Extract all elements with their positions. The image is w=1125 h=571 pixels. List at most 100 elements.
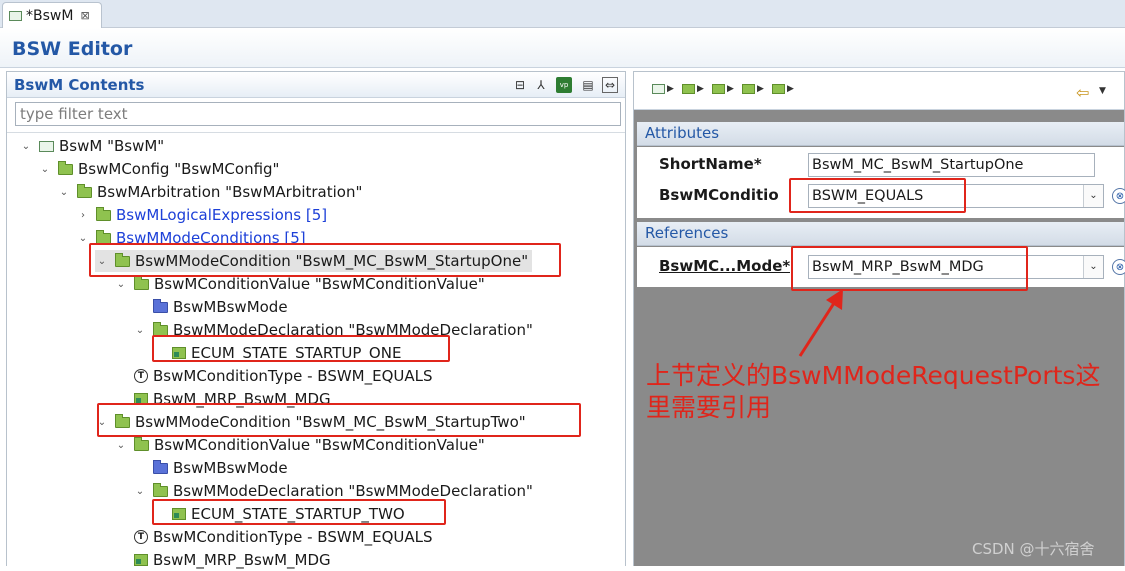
tree-item[interactable]: BswMBswMode bbox=[133, 296, 288, 318]
chevron-down-icon[interactable]: ⌄ bbox=[1083, 256, 1103, 278]
tab-bswm[interactable]: *BswM ⊠ bbox=[2, 2, 102, 28]
chevron-right-icon: ▶ bbox=[757, 84, 764, 94]
tree-item[interactable]: ⌄ BswMConditionValue "BswMConditionValue" bbox=[114, 434, 485, 456]
module-icon bbox=[39, 140, 54, 152]
watermark: CSDN @十六宿舍 bbox=[972, 540, 1095, 558]
tree-item[interactable]: ⌄ BswMArbitration "BswMArbitration" bbox=[57, 181, 363, 203]
tree-item-label: BswMBswMode bbox=[173, 459, 288, 477]
folder-icon bbox=[153, 482, 168, 497]
chevron-down-icon[interactable]: ▼ bbox=[1099, 86, 1106, 96]
chevron-down-icon[interactable]: ⌄ bbox=[57, 187, 71, 198]
chevron-right-icon[interactable]: › bbox=[76, 210, 90, 221]
tree-item[interactable]: BswM_MRP_BswM_MDG bbox=[114, 549, 331, 571]
annotation-text: 上节定义的BswMModeRequestPorts这里需要引用 bbox=[646, 361, 1101, 422]
type-icon: T bbox=[134, 530, 148, 544]
tree-item[interactable]: ⌄ BswMModeDeclaration "BswMModeDeclaratio… bbox=[133, 480, 533, 502]
tree-item-label: BswMConditionValue "BswMConditionValue" bbox=[154, 275, 485, 293]
tree-item[interactable]: T BswMConditionType - BSWM_EQUALS bbox=[114, 365, 433, 387]
tree-item-label: BswMConditionType - BSWM_EQUALS bbox=[153, 367, 433, 385]
tree-item-label: BswMModeCondition "BswM_MC_BswM_StartupT… bbox=[135, 413, 526, 431]
breadcrumb-item[interactable]: ▶ bbox=[712, 84, 734, 94]
folder-icon bbox=[712, 84, 725, 94]
tab-label: *BswM bbox=[26, 7, 74, 24]
chevron-down-icon[interactable]: ⌄ bbox=[133, 325, 147, 336]
breadcrumb: ▶ ▶ ▶ ▶ ▶ ⇦ ▼ bbox=[634, 72, 1124, 110]
options-icon[interactable]: ⊗ bbox=[1112, 259, 1125, 275]
condition-select-value: BSWM_EQUALS bbox=[812, 188, 924, 204]
chevron-down-icon[interactable]: ⌄ bbox=[114, 440, 128, 451]
attributes-section: ShortName* BswM_MC_BswM_StartupOne BswMC… bbox=[637, 147, 1125, 218]
tree-item[interactable]: ⌄ BswMModeDeclaration "BswMModeDeclaratio… bbox=[133, 319, 533, 341]
folder-icon bbox=[134, 275, 149, 290]
folder-icon bbox=[96, 229, 111, 244]
folder-icon bbox=[115, 413, 130, 428]
condition-label: BswMCondition bbox=[659, 186, 779, 204]
tree-item[interactable]: ⌄ BswMConditionValue "BswMConditionValue" bbox=[114, 273, 485, 295]
vp-res-icon[interactable]: vp bbox=[556, 77, 572, 93]
tree-item[interactable]: BswM_MRP_BswM_MDG bbox=[114, 388, 331, 410]
layout-icon[interactable]: ⇔ bbox=[602, 77, 618, 93]
tree-item[interactable]: ECUM_STATE_STARTUP_TWO bbox=[152, 503, 405, 525]
mode-reference-label[interactable]: BswMC...Mode* bbox=[659, 257, 790, 275]
tree-item-label: BswM_MRP_BswM_MDG bbox=[153, 551, 331, 569]
tree-item-label: ECUM_STATE_STARTUP_TWO bbox=[191, 505, 405, 523]
editor-header: BSW Editor bbox=[0, 28, 1125, 68]
tree-item[interactable]: ⌄ BswMConfig "BswMConfig" bbox=[38, 158, 280, 180]
hierarchy-icon[interactable]: ⅄ bbox=[533, 77, 549, 93]
chevron-down-icon[interactable]: ⌄ bbox=[1083, 185, 1103, 207]
reference-icon bbox=[172, 347, 186, 359]
contents-panel: BswM Contents ⊟ ⅄ vp ▤ ⇔ type filter tex… bbox=[6, 71, 626, 569]
filter-input[interactable]: type filter text bbox=[15, 102, 621, 126]
condition-select[interactable]: BSWM_EQUALS ⌄ bbox=[808, 184, 1104, 208]
chevron-down-icon[interactable]: ⌄ bbox=[19, 141, 33, 152]
options-icon[interactable]: ⊗ bbox=[1112, 188, 1125, 204]
tree-item-label: BswMConfig "BswMConfig" bbox=[78, 160, 280, 178]
tree-item-label: BswMModeDeclaration "BswMModeDeclaration… bbox=[173, 321, 533, 339]
close-icon[interactable]: ⊠ bbox=[80, 9, 89, 22]
tree-item-label: BswMModeDeclaration "BswMModeDeclaration… bbox=[173, 482, 533, 500]
tree-item[interactable]: ⌄ BswMModeCondition "BswM_MC_BswM_Startup… bbox=[95, 250, 533, 272]
folder-icon bbox=[742, 84, 755, 94]
chevron-down-icon[interactable]: ⌄ bbox=[114, 279, 128, 290]
folder-icon bbox=[772, 84, 785, 94]
shortname-field[interactable]: BswM_MC_BswM_StartupOne bbox=[808, 153, 1095, 177]
breadcrumb-item[interactable]: ▶ bbox=[652, 84, 674, 94]
module-icon bbox=[9, 10, 22, 21]
chevron-down-icon[interactable]: ⌄ bbox=[38, 164, 52, 175]
collapse-all-icon[interactable]: ⊟ bbox=[512, 77, 528, 93]
chevron-down-icon[interactable]: ⌄ bbox=[95, 417, 109, 428]
folder-icon bbox=[77, 183, 92, 198]
chevron-down-icon[interactable]: ⌄ bbox=[133, 486, 147, 497]
folder-icon bbox=[115, 252, 130, 267]
tree-item[interactable]: › BswMLogicalExpressions [5] bbox=[76, 204, 327, 226]
folder-blue-icon bbox=[153, 298, 168, 313]
references-section-header[interactable]: References bbox=[637, 222, 1124, 246]
tree-item[interactable]: ⌄ BswMModeCondition "BswM_MC_BswM_Startup… bbox=[95, 411, 526, 433]
contents-tree: ⌄ BswM "BswM" ⌄ BswMConfig "BswMConfig" ⌄ Bsw… bbox=[7, 132, 625, 569]
tree-item[interactable]: ⌄ BswM "BswM" bbox=[19, 135, 164, 157]
breadcrumb-item[interactable]: ▶ bbox=[742, 84, 764, 94]
module-icon bbox=[652, 84, 665, 94]
contents-panel-title: BswM Contents bbox=[14, 76, 145, 94]
shortname-label: ShortName* bbox=[659, 155, 762, 173]
type-icon: T bbox=[134, 369, 148, 383]
mode-reference-value: BswM_MRP_BswM_MDG bbox=[812, 259, 984, 275]
tree-item-label: BswM "BswM" bbox=[59, 137, 165, 155]
breadcrumb-item[interactable]: ▶ bbox=[682, 84, 704, 94]
chevron-down-icon[interactable]: ⌄ bbox=[76, 233, 90, 244]
tree-item[interactable]: ECUM_STATE_STARTUP_ONE bbox=[152, 342, 401, 364]
tree-item[interactable]: T BswMConditionType - BSWM_EQUALS bbox=[114, 526, 433, 548]
tree-item[interactable]: BswMBswMode bbox=[133, 457, 288, 479]
attributes-section-header[interactable]: Attributes bbox=[637, 122, 1124, 146]
tree-item[interactable]: ⌄ BswMModeConditions [5] bbox=[76, 227, 306, 249]
document-icon[interactable]: ▤ bbox=[580, 77, 596, 93]
tree-item-label: BswM_MRP_BswM_MDG bbox=[153, 390, 331, 408]
mode-reference-select[interactable]: BswM_MRP_BswM_MDG ⌄ bbox=[808, 255, 1104, 279]
chevron-down-icon[interactable]: ⌄ bbox=[95, 256, 109, 267]
back-arrow-icon[interactable]: ⇦ bbox=[1076, 83, 1089, 102]
chevron-right-icon: ▶ bbox=[697, 84, 704, 94]
tree-item-label: BswMConditionValue "BswMConditionValue" bbox=[154, 436, 485, 454]
folder-icon bbox=[682, 84, 695, 94]
breadcrumb-item[interactable]: ▶ bbox=[772, 84, 794, 94]
properties-panel: ▶ ▶ ▶ ▶ ▶ ⇦ ▼ Attributes ShortName* BswM… bbox=[633, 71, 1125, 566]
